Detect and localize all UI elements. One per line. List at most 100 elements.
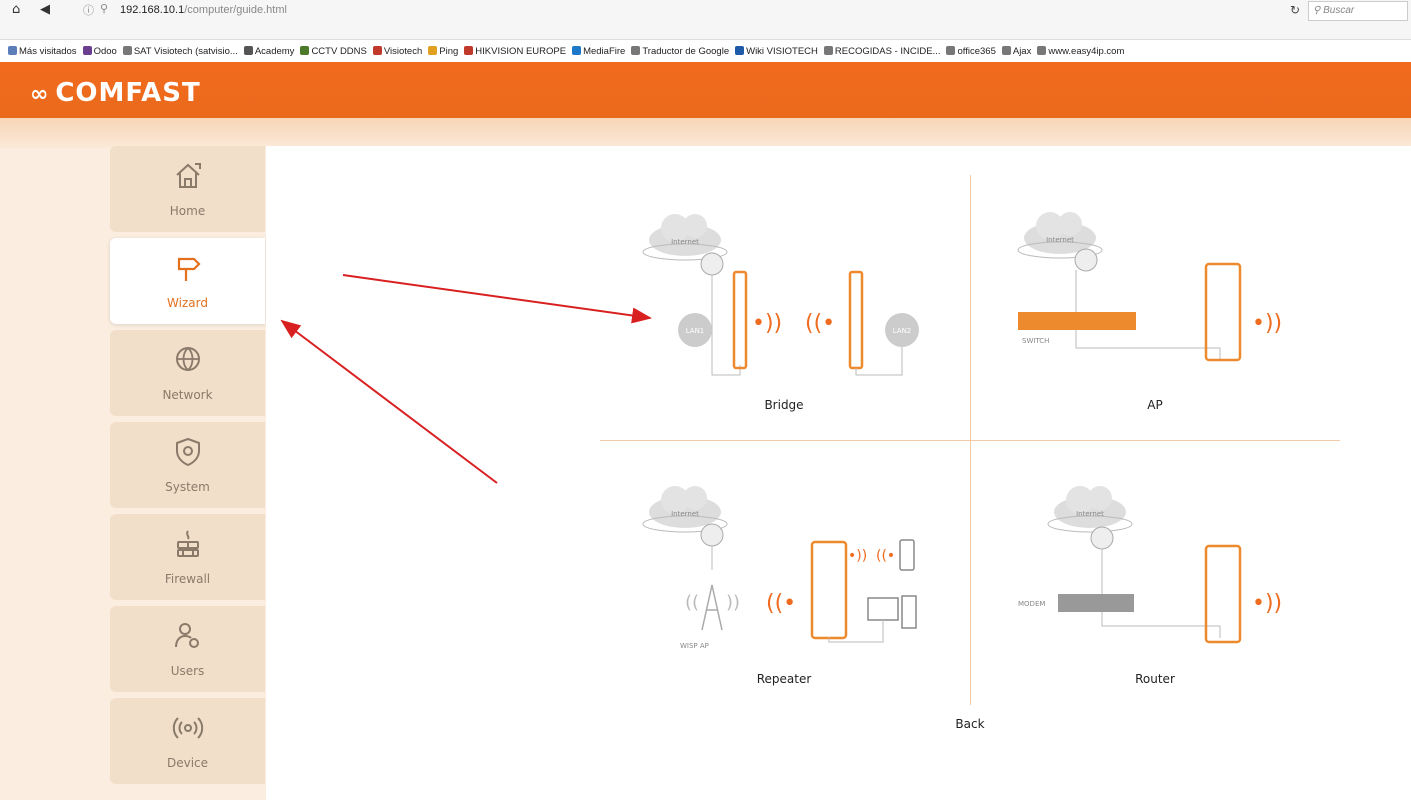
repeater-mode-diagram[interactable]: Internet (( )) WISP AP ((• •)) ((•	[640, 480, 940, 655]
wifi-signal-icon: •))	[1252, 591, 1282, 616]
bookmark-item[interactable]: Ajax	[1001, 46, 1031, 57]
bookmark-icon	[464, 46, 474, 55]
lan1-label: LAN1	[686, 327, 705, 335]
app-header	[0, 62, 1411, 118]
bookmark-item[interactable]: Wiki VISIOTECH	[735, 46, 818, 57]
bookmark-label: Wiki VISIOTECH	[746, 46, 818, 57]
bookmark-icon	[82, 46, 92, 55]
bookmark-item[interactable]: Traductor de Google	[631, 46, 729, 57]
comfast-logo-icon: ∞	[30, 82, 50, 107]
bookmark-item[interactable]: RECOGIDAS - INCIDE...	[823, 46, 941, 57]
browser-toolbar: ⌂ ◀ ⓘ ⚲ 192.168.10.1/computer/guide.html…	[0, 0, 1411, 40]
bookmark-icon	[946, 46, 956, 55]
sidebar-item-label: Home	[169, 204, 206, 218]
internet-label: Internet	[671, 238, 699, 246]
wisp-ap-label: WISP AP	[680, 642, 709, 650]
bookmark-icon	[823, 46, 833, 55]
bookmark-icon	[572, 46, 582, 55]
cpe-device-icon	[848, 270, 864, 370]
mode-label-repeater[interactable]: Repeater	[724, 672, 844, 686]
home-icon	[176, 163, 201, 188]
brand-logo[interactable]: ∞ COMFAST	[30, 78, 201, 108]
internet-label: Internet	[671, 510, 699, 518]
mode-label-ap[interactable]: AP	[1095, 398, 1215, 412]
sidebar-item-system[interactable]: System	[110, 422, 265, 508]
cloud-icon: Internet	[1047, 486, 1133, 550]
bookmark-label: Traductor de Google	[642, 46, 730, 57]
bookmark-label: HIKVISION EUROPE	[475, 46, 567, 57]
sidebar-item-label: Device	[166, 756, 209, 770]
bookmark-label: SAT Visiotech (satvisio...	[133, 46, 238, 57]
wifi-signal-icon: ((•	[876, 548, 895, 564]
back-arrow-icon[interactable]: ◀	[40, 2, 50, 17]
bookmark-item[interactable]: Ping	[428, 46, 458, 57]
mode-label-router[interactable]: Router	[1095, 672, 1215, 686]
bookmark-item[interactable]: office365	[946, 46, 996, 57]
sidebar-item-label: System	[165, 480, 210, 494]
bookmark-label: Visiotech	[383, 46, 423, 57]
sidebar-item-firewall[interactable]: Firewall	[110, 514, 265, 600]
signpost-icon	[177, 257, 201, 281]
bookmark-label: RECOGIDAS - INCIDE...	[834, 46, 941, 57]
bookmark-item[interactable]: www.easy4ip.com	[1037, 46, 1124, 57]
bookmark-item[interactable]: Visiotech	[372, 46, 423, 57]
reload-icon[interactable]: ↻	[1290, 3, 1300, 17]
lan2-label: LAN2	[893, 327, 912, 335]
bookmark-label: MediaFire	[583, 46, 626, 57]
bridge-mode-diagram[interactable]: Internet LAN1 •)) ((• LAN2	[640, 200, 940, 385]
bookmark-icon	[1001, 46, 1011, 55]
internet-label: Internet	[1076, 510, 1104, 518]
divider	[600, 440, 1340, 441]
bookmark-item[interactable]: HIKVISION EUROPE	[464, 46, 566, 57]
back-button[interactable]: Back	[940, 717, 1000, 731]
bookmark-label: CCTV DDNS	[311, 46, 367, 57]
sidebar-item-label: Firewall	[164, 572, 211, 586]
address-bar[interactable]: 192.168.10.1/computer/guide.html	[120, 4, 287, 16]
home-icon[interactable]: ⌂	[12, 2, 20, 17]
cloud-icon: Internet	[642, 214, 728, 276]
sidebar-item-users[interactable]: Users	[110, 606, 265, 692]
mode-label-bridge[interactable]: Bridge	[724, 398, 844, 412]
bookmark-item[interactable]: Odoo	[82, 46, 117, 57]
brand-name: COMFAST	[55, 78, 201, 108]
computer-icon	[867, 597, 899, 621]
firewall-icon	[177, 530, 199, 557]
bookmarks-bar: Más visitados Odoo SAT Visiotech (satvisio…	[8, 46, 1408, 60]
bookmark-icon	[243, 46, 253, 55]
search-input[interactable]: ⚲ Buscar	[1308, 1, 1408, 21]
bookmark-item[interactable]: CCTV DDNS	[300, 46, 367, 57]
bookmark-icon	[428, 46, 438, 55]
search-placeholder: Buscar	[1323, 5, 1355, 16]
sidebar-item-label: Users	[170, 664, 205, 678]
wifi-signal-icon: ((•	[805, 311, 835, 336]
wifi-signal-icon: •))	[1252, 311, 1282, 336]
bookmark-icon	[631, 46, 641, 55]
sidebar-item-home[interactable]: Home	[110, 146, 265, 232]
ap-mode-diagram[interactable]: Internet SWITCH •))	[1010, 200, 1310, 370]
bookmark-item[interactable]: MediaFire	[572, 46, 625, 57]
wifi-signal-icon: ((•	[766, 591, 796, 616]
users-icon	[175, 623, 199, 648]
router-mode-diagram[interactable]: Internet MODEM •))	[1010, 480, 1310, 655]
sidebar-item-wizard[interactable]: Wizard	[110, 238, 265, 324]
phone-icon	[899, 539, 915, 571]
bookmark-icon	[735, 46, 745, 55]
url-host: 192.168.10.1	[120, 4, 185, 16]
bookmark-item[interactable]: Más visitados	[8, 46, 77, 57]
bookmark-label: www.easy4ip.com	[1048, 46, 1125, 57]
info-icon[interactable]: ⓘ	[83, 2, 94, 18]
bookmark-item[interactable]: Academy	[243, 46, 294, 57]
bookmark-icon	[122, 46, 132, 55]
modem-icon	[1058, 594, 1134, 612]
bookmark-label: Ping	[439, 46, 459, 57]
cloud-icon: Internet	[1017, 212, 1103, 272]
bookmark-icon	[1037, 46, 1047, 55]
shield-gear-icon	[176, 437, 200, 467]
wifi-signal-icon: ))	[726, 592, 740, 613]
sidebar-item-network[interactable]: Network	[110, 330, 265, 416]
sidebar-item-device[interactable]: Device	[110, 698, 265, 784]
cloud-icon: Internet	[642, 486, 728, 547]
bookmark-icon	[8, 46, 17, 55]
wifi-signal-icon: ((	[685, 592, 699, 613]
bookmark-item[interactable]: SAT Visiotech (satvisio...	[122, 46, 238, 57]
